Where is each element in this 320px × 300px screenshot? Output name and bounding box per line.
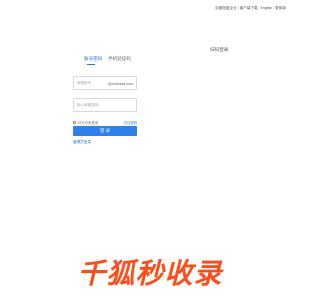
top-link-enterprise[interactable]: 百度网盘企业 xyxy=(215,6,237,10)
password-input[interactable] xyxy=(74,99,136,111)
login-button[interactable]: 登 录 xyxy=(73,126,137,136)
active-tab-indicator xyxy=(87,64,95,65)
top-link-english[interactable]: English xyxy=(260,6,272,10)
qr-login-link[interactable]: 扫码登录 xyxy=(210,47,228,53)
remember-checkbox[interactable] xyxy=(73,120,76,124)
tab-sms-code[interactable]: 手机验证码 xyxy=(108,56,131,62)
top-link-traditional[interactable]: 繁体版 xyxy=(275,6,286,10)
remember-label: 15天内免登录 xyxy=(77,121,99,125)
brand-watermark: 千狐秒收录 xyxy=(77,257,223,290)
divider: | xyxy=(237,6,239,10)
top-link-client-download[interactable]: 客户端下载 xyxy=(240,6,258,10)
admin-login-link[interactable]: 管理员登录 xyxy=(73,140,91,145)
remember-row: 15天内免登录 忘记密码 xyxy=(73,120,137,125)
email-domain-suffix: @chebada.com xyxy=(107,81,133,86)
top-links-bar: 百度网盘企业|客户端下载|English|繁体版 xyxy=(215,6,286,11)
username-field: @chebada.com xyxy=(73,76,137,90)
tab-account-password[interactable]: 账号密码 xyxy=(84,56,102,62)
forgot-password-link[interactable]: 忘记密码 xyxy=(123,120,137,125)
password-field xyxy=(73,98,137,112)
